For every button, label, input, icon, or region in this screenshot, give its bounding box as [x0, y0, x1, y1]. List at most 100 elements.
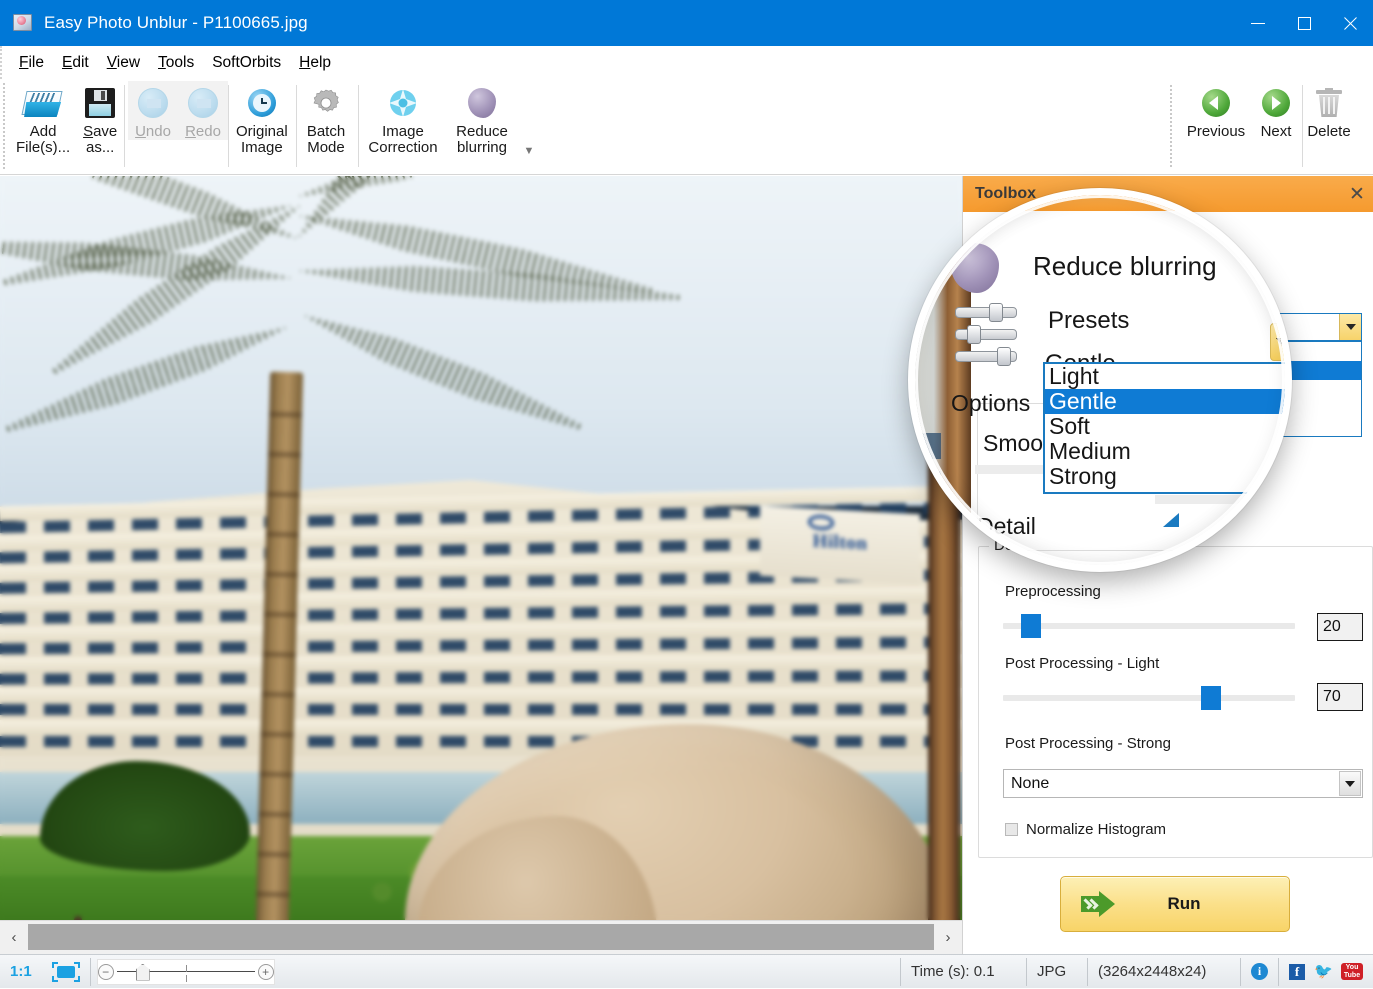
run-label: Run	[1167, 894, 1201, 913]
redo-arrow-icon	[188, 81, 218, 125]
image-correction-button[interactable]: Image Correction	[362, 81, 444, 156]
toolbar-group-nav: Previous Next Delete	[1180, 81, 1357, 173]
scroll-thumb[interactable]	[28, 923, 934, 950]
magnified-presets-dropdown-list[interactable]: Light Gentle Soft Medium Strong	[1043, 362, 1285, 494]
zoom-in-button[interactable]: +	[257, 963, 274, 980]
toolbar-separator-4	[358, 85, 359, 167]
previous-circle-icon	[1202, 81, 1230, 125]
reduce-blurring-button[interactable]: Reduce blurring	[444, 81, 520, 156]
chevron-down-icon[interactable]	[1339, 771, 1361, 796]
normalize-histogram-row[interactable]: Normalize Histogram	[1005, 821, 1166, 838]
magnified-preset-option-gentle[interactable]: Gentle	[1045, 389, 1285, 414]
magnified-toolbox-header	[915, 195, 1285, 211]
toolbox-close-icon[interactable]: ✕	[1340, 176, 1373, 212]
toolbar-grip[interactable]	[3, 83, 5, 171]
original-image-button[interactable]: Original Image	[232, 81, 292, 156]
magnified-detail-label: Detail	[977, 513, 1036, 539]
magnified-preset-option-soft[interactable]: Soft	[1045, 414, 1285, 439]
zoom-ratio-label[interactable]: 1:1	[0, 955, 42, 989]
post-strong-combobox[interactable]: None	[1003, 769, 1363, 798]
magnifier-content: Reduce blurring Presets Gentle Options S…	[915, 195, 1285, 565]
menu-item-tools[interactable]: Tools	[149, 51, 203, 75]
zoom-slider-tick	[185, 974, 187, 982]
magnified-preset-option-light[interactable]: Light	[1045, 364, 1285, 389]
gear-icon	[311, 81, 341, 125]
menu-item-edit[interactable]: Edit	[53, 51, 98, 75]
canvas-horizontal-scrollbar[interactable]: ‹ ›	[0, 920, 962, 954]
next-button[interactable]: Next	[1252, 81, 1300, 140]
post-light-slider-thumb[interactable]	[1201, 686, 1221, 710]
status-divider	[89, 957, 91, 986]
zoom-slider[interactable]: − +	[96, 958, 275, 985]
magnified-detail-slider[interactable]	[1155, 495, 1285, 504]
menu-bar: File Edit View Tools SoftOrbits Help	[0, 46, 1373, 79]
preprocessing-label: Preprocessing	[1005, 583, 1101, 600]
post-light-value-box[interactable]: 70	[1317, 683, 1363, 711]
toolbar-group-batch: Batch Mode	[300, 81, 352, 173]
normalize-histogram-checkbox[interactable]	[1005, 823, 1018, 836]
save-as-button[interactable]: Save as...	[74, 81, 126, 156]
sparkle-star-icon	[388, 81, 418, 125]
magnified-preset-option-medium[interactable]: Medium	[1045, 439, 1285, 464]
menu-item-help[interactable]: Help	[290, 51, 340, 75]
minimize-icon	[1251, 22, 1265, 24]
preprocessing-slider[interactable]	[1003, 614, 1295, 638]
batch-mode-button[interactable]: Batch Mode	[300, 81, 352, 156]
magnified-options-legend: Options	[951, 390, 1031, 416]
hilton-sign-text: Hilton	[812, 530, 868, 555]
magnified-detail-slider-thumb[interactable]	[1163, 513, 1179, 527]
menu-item-softorbits[interactable]: SoftOrbits	[203, 51, 290, 75]
image-canvas[interactable]: Hilton 9	[0, 176, 962, 920]
magnified-preset-option-strong[interactable]: Strong	[1045, 464, 1285, 489]
previous-button[interactable]: Previous	[1180, 81, 1252, 140]
toolbar-expand-icon[interactable]: ▼	[522, 145, 536, 157]
add-files-button[interactable]: Add File(s)...	[12, 81, 74, 156]
delete-button[interactable]: Delete	[1301, 81, 1357, 140]
denoise-group: Denoise Preprocessing 20 Post Processing…	[978, 537, 1373, 858]
zoom-out-button[interactable]: −	[97, 963, 114, 980]
post-light-slider[interactable]	[1003, 686, 1295, 710]
run-button[interactable]: Run	[1060, 876, 1290, 932]
menu-item-file[interactable]: File	[10, 51, 53, 75]
fit-to-window-button[interactable]	[42, 955, 90, 989]
toolbar-group-effects: Image Correction Reduce blurring ▼	[362, 81, 534, 173]
youtube-icon[interactable]: You Tube	[1341, 963, 1363, 980]
next-circle-icon	[1262, 81, 1290, 125]
preprocessing-value-box[interactable]: 20	[1317, 613, 1363, 641]
clock-history-icon	[247, 81, 277, 125]
toolbar-separator-5	[1170, 85, 1172, 167]
scroll-right-button[interactable]: ›	[934, 921, 962, 954]
info-icon: i	[1251, 963, 1268, 980]
preprocessing-slider-thumb[interactable]	[1021, 614, 1041, 638]
scroll-track[interactable]	[28, 921, 934, 954]
title-bar: Easy Photo Unblur - P1100665.jpg	[0, 0, 1373, 46]
photo: Hilton 9	[0, 176, 962, 920]
sky	[0, 176, 962, 506]
status-bar: 1:1 − + Time (s): 0.1 JPG (3264x2448x24)…	[0, 954, 1373, 988]
trash-icon	[1316, 81, 1342, 125]
image-dimensions: (3264x2448x24)	[1098, 963, 1207, 980]
twitter-icon[interactable]: 🐦	[1314, 964, 1333, 979]
zoom-slider-tick	[185, 964, 187, 972]
post-light-label: Post Processing - Light	[1005, 655, 1160, 672]
minimize-button[interactable]	[1235, 0, 1281, 46]
scroll-left-button[interactable]: ‹	[0, 921, 28, 954]
toolbar-group-history: Undo Redo	[128, 81, 228, 173]
delete-label: Delete	[1307, 123, 1351, 140]
presets-dropdown-button[interactable]	[1339, 314, 1361, 340]
facebook-icon[interactable]: f	[1289, 963, 1305, 980]
menu-item-view[interactable]: View	[98, 51, 149, 75]
magnifier-lens: Reduce blurring Presets Gentle Options S…	[908, 188, 1292, 572]
redo-button[interactable]: Redo	[178, 81, 228, 140]
zoom-slider-handle[interactable]	[135, 963, 150, 981]
reduce-blurring-label: Reduce blurring	[456, 123, 508, 156]
floppy-save-icon	[85, 81, 116, 125]
info-button[interactable]: i	[1241, 955, 1278, 989]
close-button[interactable]	[1327, 0, 1373, 46]
processing-time: Time (s): 0.1	[911, 963, 995, 980]
toolbar-separator-2	[228, 85, 229, 167]
undo-button[interactable]: Undo	[128, 81, 178, 140]
maximize-button[interactable]	[1281, 0, 1327, 46]
image-correction-label: Image Correction	[368, 123, 438, 156]
undo-arrow-icon	[138, 81, 168, 125]
